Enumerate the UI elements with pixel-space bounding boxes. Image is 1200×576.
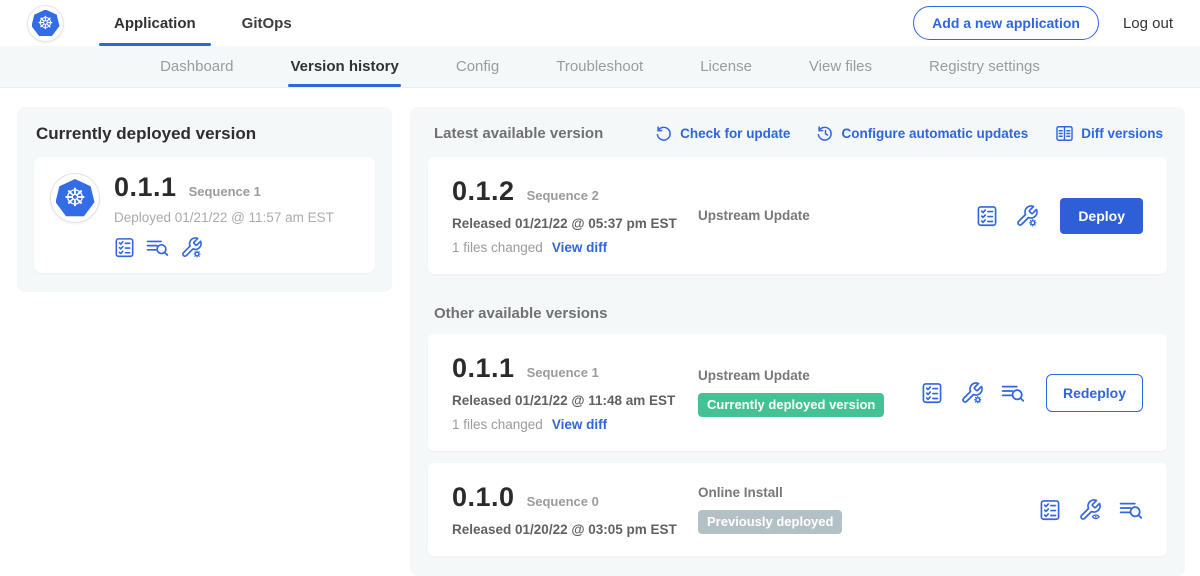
redeploy-button[interactable]: Redeploy (1046, 374, 1143, 412)
subnav-item-troubleshoot[interactable]: Troubleshoot (556, 46, 643, 87)
view-logs-icon[interactable] (146, 237, 169, 258)
check-for-update-label: Check for update (680, 126, 790, 141)
main-content: Currently deployed version ☸ 0.1.1 Seque… (0, 88, 1200, 576)
view-logs-icon[interactable] (1119, 499, 1143, 521)
version-source-label: Online Install (698, 485, 1029, 500)
subnav-item-version-history[interactable]: Version history (290, 46, 398, 87)
files-changed-label: 1 files changed (452, 417, 543, 432)
deployed-version-number: 0.1.1 (114, 172, 177, 203)
previously-deployed-badge: Previously deployed (698, 510, 842, 534)
subnav-item-license[interactable]: License (700, 46, 752, 87)
version-card-0-1-0: 0.1.0 Sequence 0 Released 01/20/22 @ 03:… (428, 463, 1167, 556)
version-source-label: Upstream Update (698, 208, 966, 223)
view-config-icon[interactable] (1078, 498, 1102, 522)
version-actions: Check for update Configure automatic upd… (656, 124, 1163, 143)
release-notes-icon[interactable] (114, 237, 135, 258)
version-number: 0.1.0 (452, 482, 515, 513)
version-number: 0.1.2 (452, 176, 515, 207)
release-notes-icon[interactable] (976, 205, 998, 227)
version-card-0-1-1: 0.1.1 Sequence 1 Released 01/21/22 @ 11:… (428, 334, 1167, 451)
tab-application[interactable]: Application (99, 0, 211, 46)
schedule-update-icon (817, 125, 834, 142)
diff-versions-icon (1055, 124, 1074, 143)
released-timestamp: Released 01/20/22 @ 03:05 pm EST (452, 522, 698, 537)
check-for-update-link[interactable]: Check for update (656, 125, 790, 142)
kubernetes-wheel-icon: ☸ (56, 179, 95, 217)
kubernetes-logo: ☸ (28, 6, 63, 41)
tab-gitops[interactable]: GitOps (227, 0, 307, 46)
version-number: 0.1.1 (452, 353, 515, 384)
latest-version-header: Latest available version Check for updat… (428, 123, 1167, 143)
release-notes-icon[interactable] (1039, 499, 1061, 521)
files-changed-label: 1 files changed (452, 240, 543, 255)
tab-application-label: Application (114, 15, 196, 32)
logout-link[interactable]: Log out (1123, 15, 1173, 32)
add-new-application-button[interactable]: Add a new application (913, 6, 1099, 40)
sequence-label: Sequence 1 (527, 365, 599, 380)
kubernetes-wheel-icon: ☸ (32, 10, 60, 37)
edit-config-icon[interactable] (1015, 204, 1039, 228)
subnav-item-registry-settings[interactable]: Registry settings (929, 46, 1040, 87)
configure-automatic-updates-label: Configure automatic updates (841, 126, 1028, 141)
latest-version-title: Latest available version (434, 125, 603, 142)
deploy-button[interactable]: Deploy (1060, 198, 1143, 234)
tab-gitops-label: GitOps (242, 15, 292, 32)
app-logo: ☸ (51, 174, 99, 222)
deployed-card-content: 0.1.1 Sequence 1 Deployed 01/21/22 @ 11:… (114, 172, 334, 259)
version-source-label: Upstream Update (698, 368, 911, 383)
subnav-item-config[interactable]: Config (456, 46, 499, 87)
release-notes-icon[interactable] (921, 382, 943, 404)
subnav-item-view-files[interactable]: View files (809, 46, 872, 87)
app-tabs: Application GitOps (99, 0, 307, 46)
released-timestamp: Released 01/21/22 @ 11:48 am EST (452, 393, 698, 408)
subnav-item-dashboard[interactable]: Dashboard (160, 46, 233, 87)
view-diff-link[interactable]: View diff (552, 417, 607, 432)
app-subnav: Dashboard Version history Config Trouble… (0, 46, 1200, 88)
currently-deployed-card: ☸ 0.1.1 Sequence 1 Deployed 01/21/22 @ 1… (34, 157, 375, 273)
deployed-sequence-label: Sequence 1 (189, 184, 261, 199)
version-history-panel: Latest available version Check for updat… (410, 107, 1185, 576)
currently-deployed-badge: Currently deployed version (698, 393, 884, 417)
sequence-label: Sequence 2 (527, 188, 599, 203)
other-versions-title: Other available versions (434, 305, 1167, 322)
app-header: ☸ Application GitOps Add a new applicati… (0, 0, 1200, 46)
view-diff-link[interactable]: View diff (552, 240, 607, 255)
configure-automatic-updates-link[interactable]: Configure automatic updates (817, 125, 1028, 142)
currently-deployed-title: Currently deployed version (34, 124, 375, 144)
edit-config-icon[interactable] (960, 381, 984, 405)
diff-versions-label: Diff versions (1081, 126, 1163, 141)
currently-deployed-panel: Currently deployed version ☸ 0.1.1 Seque… (17, 107, 392, 292)
refresh-icon (656, 125, 673, 142)
version-card-0-1-2: 0.1.2 Sequence 2 Released 01/21/22 @ 05:… (428, 157, 1167, 274)
edit-config-icon[interactable] (180, 236, 203, 259)
sequence-label: Sequence 0 (527, 494, 599, 509)
view-logs-icon[interactable] (1001, 382, 1025, 404)
deployed-timestamp: Deployed 01/21/22 @ 11:57 am EST (114, 210, 334, 225)
diff-versions-link[interactable]: Diff versions (1055, 124, 1163, 143)
deployed-card-actions (114, 236, 334, 259)
released-timestamp: Released 01/21/22 @ 05:37 pm EST (452, 216, 698, 231)
header-right: Add a new application Log out (913, 6, 1173, 40)
